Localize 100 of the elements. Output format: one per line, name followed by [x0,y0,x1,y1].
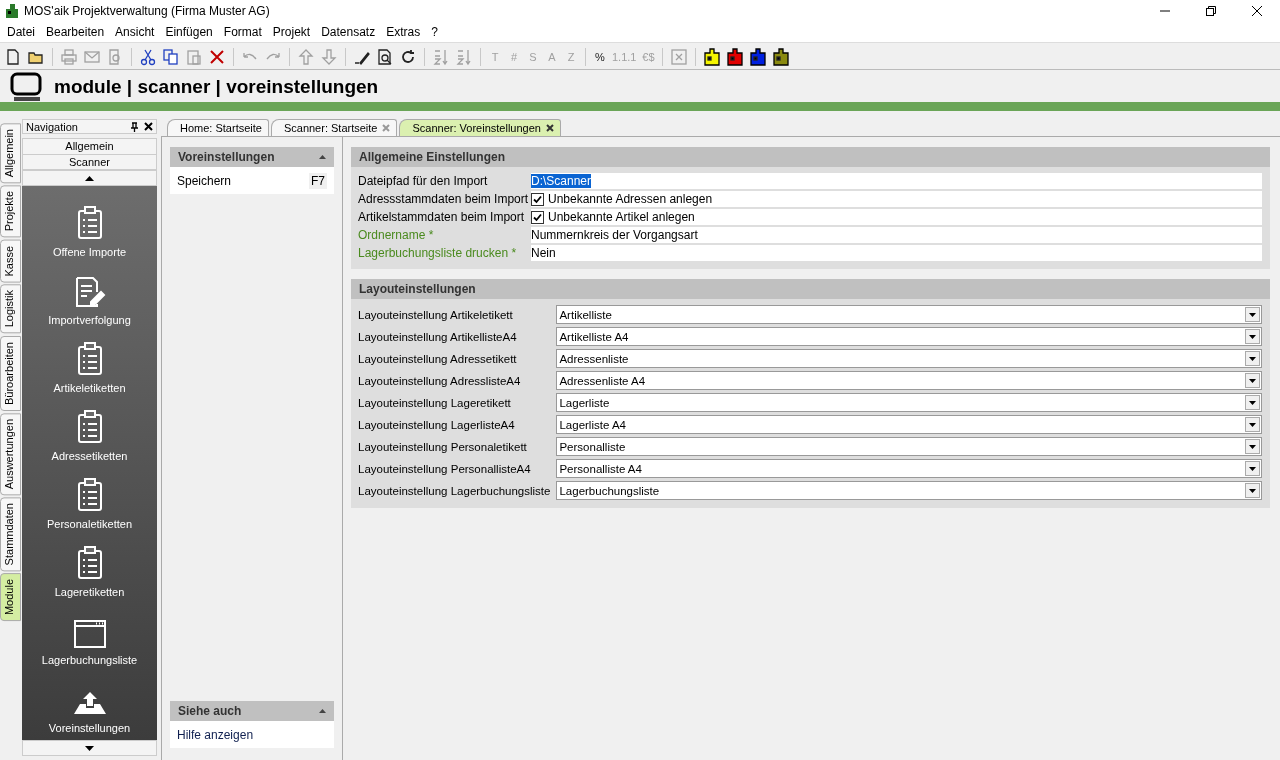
collapse-icon[interactable] [319,709,326,713]
dropdown[interactable]: Lagerliste [556,393,1262,412]
app-icon [6,4,18,18]
dropdown-caret-icon [1249,312,1256,317]
field-label: Layouteinstellung Personaletikett [358,440,528,453]
menu-item[interactable]: Format [223,25,262,39]
cut-icon[interactable] [139,48,157,66]
checkbox-label: Unbekannte Artikel anlegen [548,210,695,224]
dropdown-caret-icon [1249,356,1256,361]
scroll-up-button[interactable] [22,170,157,187]
up-caret-icon [85,175,94,181]
dropdown[interactable]: Artikelliste [556,305,1262,324]
clipboard-icon[interactable] [76,410,103,445]
field-label: Layouteinstellung Lageretikett [358,396,512,409]
puzzle-icon[interactable] [749,48,768,66]
pin-icon[interactable] [130,121,139,132]
puzzle-icon[interactable] [726,48,745,66]
shortcut-label: F7 [309,172,327,189]
dropdown[interactable]: Adressenliste [556,349,1262,368]
nav-item[interactable]: Voreinstellungen [48,722,131,735]
nav-item[interactable]: Adressetiketten [51,450,128,463]
dropdown[interactable]: Artikelliste A4 [556,327,1262,346]
document-tab[interactable]: Home: Startseite [167,119,269,136]
menu-item[interactable]: Ansicht [115,25,155,39]
dropdown[interactable]: Adressenliste A4 [556,371,1262,390]
side-tab[interactable]: Stammdaten [0,496,21,572]
nav-item[interactable]: Offene Importe [52,246,127,259]
checkbox[interactable] [531,210,544,224]
down-caret-icon [85,745,94,751]
nav-item[interactable]: Personaletiketten [47,518,132,531]
nav-section-button[interactable]: Allgemein [22,138,157,155]
nav-item[interactable]: Lagerbuchungsliste [41,654,138,667]
dropdown-caret-icon [1249,466,1256,471]
dropdown-caret-icon [1249,400,1256,405]
document-edit-icon[interactable] [73,276,106,309]
side-tab[interactable]: Auswertungen [0,412,21,495]
task-link[interactable]: Speichern [177,173,232,188]
menu-item[interactable]: Bearbeiten [46,25,105,39]
field-label: Layouteinstellung Artikeletikett [358,308,514,321]
dropdown-caret-icon [1249,334,1256,339]
field-label: Layouteinstellung LagerlisteA4 [358,418,516,431]
checkbox-label: Unbekannte Adressen anlegen [548,192,713,206]
dropdown[interactable]: Lagerbuchungsliste [556,481,1262,500]
dropdown[interactable]: Personalliste A4 [556,459,1262,478]
copy-icon[interactable] [162,48,180,66]
field-label: Artikelstammdaten beim Import [358,209,526,225]
clipboard-icon[interactable] [76,206,103,241]
nav-item[interactable]: Lageretiketten [54,586,125,599]
find-icon[interactable] [376,48,394,66]
dropdown-caret-icon [1249,488,1256,493]
window-title: MOS'aik Projektverwaltung (Firma Muster AG) [24,4,270,18]
checkbox[interactable] [531,192,544,206]
field-label: Layouteinstellung AdresslisteA4 [358,374,522,387]
menu-item[interactable]: ? [431,25,438,39]
menu-item[interactable]: Datei [7,25,35,39]
toolbar-button[interactable]: % [593,51,607,63]
puzzle-icon[interactable] [772,48,791,66]
side-tab[interactable]: Projekte [0,185,21,238]
new-file-icon[interactable] [4,48,22,66]
clipboard-icon[interactable] [76,546,103,581]
group-title: Layouteinstellungen [351,279,1270,299]
window-icon[interactable] [73,620,106,649]
menu-item[interactable]: Einfügen [165,25,213,39]
side-tab[interactable]: Allgemein [0,123,21,184]
side-tab[interactable]: Büroarbeiten [0,335,21,411]
upload-icon[interactable] [73,692,106,717]
field-label: Lagerbuchungsliste drucken * [358,245,518,261]
field-label: Layouteinstellung Adressetikett [358,352,518,365]
nav-item[interactable]: Artikeletiketten [53,382,126,395]
panel-title: Navigation [26,120,79,133]
delete-icon[interactable] [208,48,226,66]
puzzle-icon[interactable] [703,48,722,66]
dropdown-caret-icon [1249,422,1256,427]
menu-item[interactable]: Projekt [272,25,311,39]
dropdown[interactable]: Lagerliste A4 [556,415,1262,434]
field-label: Layouteinstellung Lagerbuchungsliste [358,484,551,497]
input-field[interactable]: Nein [531,245,1262,261]
input-field[interactable]: D:\Scanner [531,173,1262,189]
collapse-icon[interactable] [319,155,326,159]
close-icon[interactable] [1252,6,1262,16]
dropdown[interactable]: Personalliste [556,437,1262,456]
menu-item[interactable]: Extras [386,25,421,39]
close-icon[interactable] [545,124,554,132]
close-icon[interactable] [144,122,153,131]
field-label: Layouteinstellung ArtikellisteA4 [358,330,518,343]
refresh-icon[interactable] [399,48,417,66]
side-tab[interactable]: Kasse [0,239,21,283]
maximize-icon[interactable] [1206,6,1216,16]
field-label: Dateipfad für den Import [358,173,489,189]
nav-item[interactable]: Importverfolgung [48,314,131,327]
document-tab[interactable]: Scanner: Voreinstellungen [399,119,561,136]
page-title: module | scanner | voreinstellungen [54,76,379,98]
monitor-icon [10,72,44,102]
clipboard-icon[interactable] [76,342,103,377]
side-tab[interactable]: Module [0,573,21,622]
input-field[interactable]: Nummernkreis der Vorgangsart [531,227,1262,243]
document-tab[interactable]: Scanner: Startseite [270,119,398,136]
menu-item[interactable]: Datensatz [321,25,376,39]
side-tab[interactable]: Logistik [0,284,21,334]
clipboard-icon[interactable] [76,478,103,513]
